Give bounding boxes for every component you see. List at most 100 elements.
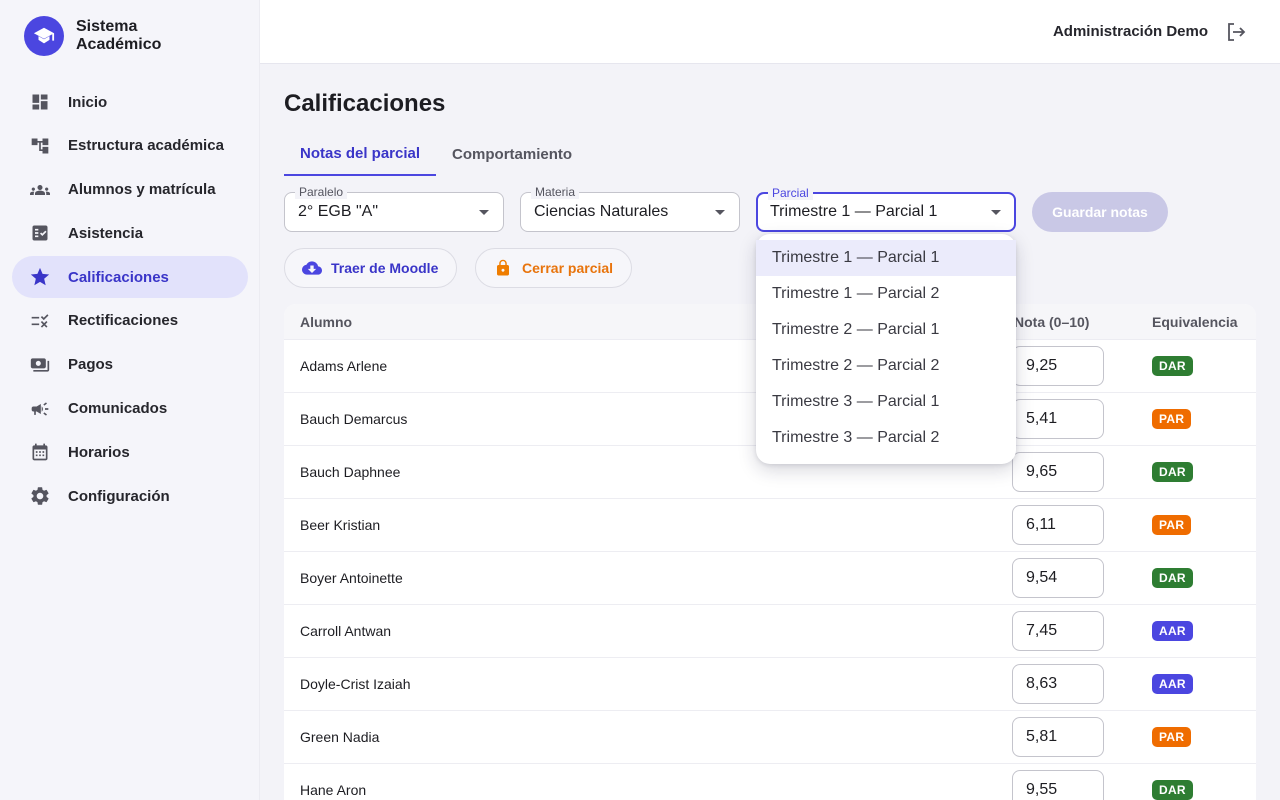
grade-input[interactable] <box>1012 611 1104 651</box>
sidebar-item-pagos[interactable]: Pagos <box>12 344 248 386</box>
paralelo-label: Paralelo <box>295 185 348 199</box>
column-header-equivalence: Equivalencia <box>1152 314 1238 330</box>
equivalence-badge: DAR <box>1152 780 1193 800</box>
chevron-down-icon <box>479 210 489 215</box>
chevron-down-icon <box>991 210 1001 215</box>
student-name: Green Nadia <box>300 729 380 745</box>
chevron-down-icon <box>715 210 725 215</box>
student-name: Beer Kristian <box>300 517 381 533</box>
grade-input[interactable] <box>1012 664 1104 704</box>
grade-input[interactable] <box>1012 346 1104 386</box>
sidebar-item-horarios[interactable]: Horarios <box>12 431 248 473</box>
materia-value: Ciencias Naturales <box>534 203 669 220</box>
brand-line1: Sistema <box>76 18 138 35</box>
paralelo-value: 2° EGB "A" <box>298 203 379 220</box>
dropdown-option[interactable]: Trimestre 3 — Parcial 2 <box>756 420 1016 456</box>
column-header-student: Alumno <box>300 314 353 330</box>
table-row: Green Nadia PAR <box>284 711 1256 764</box>
equivalence-badge: DAR <box>1152 568 1193 588</box>
equivalence-badge: PAR <box>1152 409 1192 429</box>
parcial-select[interactable]: Parcial Trimestre 1 — Parcial 1 <box>756 186 1016 232</box>
calendar-icon <box>28 440 52 464</box>
equivalence-badge: PAR <box>1152 727 1192 747</box>
materia-select[interactable]: Materia Ciencias Naturales <box>520 185 740 232</box>
sidebar-item-label: Horarios <box>68 443 130 461</box>
parcial-dropdown-menu: Trimestre 1 — Parcial 1 Trimestre 1 — Pa… <box>756 234 1016 464</box>
equivalence-badge: PAR <box>1152 515 1192 535</box>
sidebar-item-label: Configuración <box>68 487 170 505</box>
sidebar: Sistema Académico Inicio Estructura acad… <box>0 0 260 800</box>
equivalence-badge: AAR <box>1152 674 1193 694</box>
column-header-grade: Nota (0–10) <box>1014 314 1090 330</box>
tabs: Notas del parcial Comportamiento <box>284 132 588 176</box>
dashboard-icon <box>28 90 52 114</box>
page-title: Calificaciones <box>284 90 446 117</box>
moodle-import-button[interactable]: Traer de Moodle <box>284 248 458 288</box>
student-name: Adams Arlene <box>300 358 388 374</box>
sidebar-item-rectificaciones[interactable]: Rectificaciones <box>12 300 248 342</box>
sidebar-item-label: Estructura académica <box>68 137 224 155</box>
sidebar-item-label: Pagos <box>68 356 114 374</box>
brand-line2: Académico <box>76 36 162 53</box>
dropdown-option[interactable]: Trimestre 2 — Parcial 2 <box>756 348 1016 384</box>
dropdown-option[interactable]: Trimestre 1 — Parcial 2 <box>756 276 1016 312</box>
sidebar-nav: Inicio Estructura académica Alumnos y ma… <box>12 81 248 519</box>
brand[interactable]: Sistema Académico <box>24 16 161 56</box>
cloud-download-icon <box>301 257 323 279</box>
logout-icon[interactable] <box>1224 20 1248 44</box>
sidebar-item-asistencia[interactable]: Asistencia <box>12 212 248 254</box>
tab-comportamiento[interactable]: Comportamiento <box>436 132 588 176</box>
sidebar-item-label: Calificaciones <box>68 268 169 286</box>
sidebar-item-calificaciones[interactable]: Calificaciones <box>12 256 248 299</box>
close-partial-label: Cerrar parcial <box>522 260 614 276</box>
student-name: Carroll Antwan <box>300 623 392 639</box>
sidebar-item-inicio[interactable]: Inicio <box>12 81 248 123</box>
table-row: Boyer Antoinette DAR <box>284 552 1256 605</box>
dropdown-option[interactable]: Trimestre 2 — Parcial 1 <box>756 312 1016 348</box>
people-icon <box>28 178 52 202</box>
sidebar-item-alumnos[interactable]: Alumnos y matrícula <box>12 169 248 211</box>
star-icon <box>28 265 52 289</box>
student-name: Hane Aron <box>300 782 367 798</box>
student-name: Doyle-Crist Izaiah <box>300 676 411 692</box>
dropdown-option[interactable]: Trimestre 3 — Parcial 1 <box>756 384 1016 420</box>
equivalence-badge: AAR <box>1152 621 1193 641</box>
lock-icon <box>492 257 514 279</box>
payments-icon <box>28 353 52 377</box>
student-name: Bauch Demarcus <box>300 411 408 427</box>
sidebar-item-estructura[interactable]: Estructura académica <box>12 125 248 167</box>
parcial-value: Trimestre 1 — Parcial 1 <box>770 203 938 220</box>
sidebar-item-label: Rectificaciones <box>68 312 179 330</box>
parcial-label: Parcial <box>768 186 813 200</box>
close-partial-button[interactable]: Cerrar parcial <box>475 248 633 288</box>
brand-name: Sistema Académico <box>76 18 161 54</box>
save-grades-button[interactable]: Guardar notas <box>1032 192 1168 232</box>
student-name: Bauch Daphnee <box>300 464 401 480</box>
grade-input[interactable] <box>1012 770 1104 800</box>
grade-input[interactable] <box>1012 558 1104 598</box>
grade-input[interactable] <box>1012 717 1104 757</box>
sidebar-item-configuracion[interactable]: Configuración <box>12 475 248 517</box>
table-row: Doyle-Crist Izaiah AAR <box>284 658 1256 711</box>
sidebar-item-label: Alumnos y matrícula <box>68 181 216 199</box>
gear-icon <box>28 484 52 508</box>
sidebar-item-label: Comunicados <box>68 400 168 418</box>
table-row: Carroll Antwan AAR <box>284 605 1256 658</box>
megaphone-icon <box>28 397 52 421</box>
grade-input[interactable] <box>1012 399 1104 439</box>
paralelo-select[interactable]: Paralelo 2° EGB "A" <box>284 185 504 232</box>
sidebar-item-label: Asistencia <box>68 224 144 242</box>
sidebar-item-label: Inicio <box>68 93 108 111</box>
sidebar-item-comunicados[interactable]: Comunicados <box>12 388 248 430</box>
tree-icon <box>28 134 52 158</box>
tab-notas-parcial[interactable]: Notas del parcial <box>284 132 437 176</box>
checklist-icon <box>28 221 52 245</box>
grade-input[interactable] <box>1012 505 1104 545</box>
equivalence-badge: DAR <box>1152 356 1193 376</box>
grade-input[interactable] <box>1012 452 1104 492</box>
materia-label: Materia <box>531 185 580 199</box>
moodle-import-label: Traer de Moodle <box>331 260 439 276</box>
equivalence-badge: DAR <box>1152 462 1193 482</box>
dropdown-option[interactable]: Trimestre 1 — Parcial 1 <box>756 240 1016 276</box>
user-name: Administración Demo <box>1052 23 1208 40</box>
